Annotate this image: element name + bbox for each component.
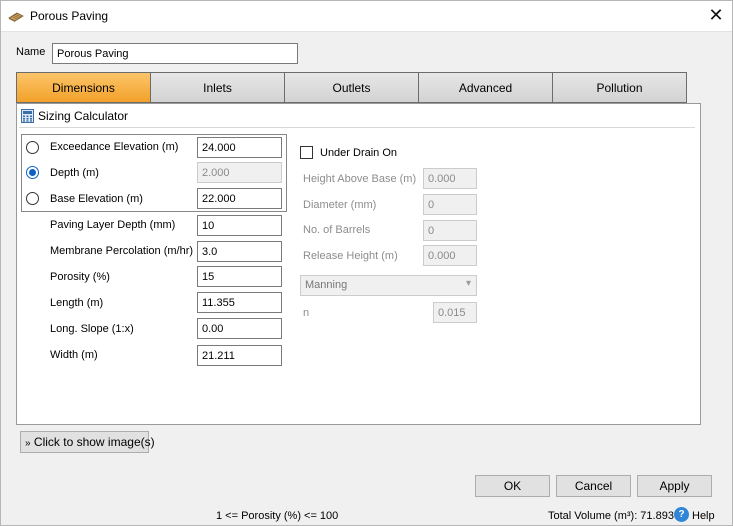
help-link[interactable]: Help — [692, 510, 715, 522]
ok-button[interactable]: OK — [475, 475, 550, 497]
flow-method-select: Manning ▾ — [300, 275, 477, 296]
exceedance-elevation-input[interactable] — [197, 137, 282, 158]
release-height-label: Release Height (m) — [303, 250, 398, 262]
release-height-input — [423, 245, 477, 266]
no-of-barrels-label: No. of Barrels — [303, 224, 371, 236]
base-elevation-radio[interactable] — [26, 192, 39, 205]
tab-dimensions[interactable]: Dimensions — [16, 72, 151, 103]
divider — [19, 127, 695, 128]
manning-n-input — [433, 302, 477, 323]
length-label: Length (m) — [50, 297, 104, 309]
diameter-input — [423, 194, 477, 215]
height-above-base-label: Height Above Base (m) — [303, 173, 417, 185]
depth-radio[interactable] — [26, 166, 39, 179]
membrane-percolation-label: Membrane Percolation (m/hr) — [50, 245, 194, 257]
total-volume: Total Volume (m³): 71.893 — [548, 510, 674, 522]
tab-inlets[interactable]: Inlets — [150, 72, 285, 103]
show-images-label: Click to show image(s) — [33, 435, 155, 449]
porosity-label: Porosity (%) — [50, 271, 110, 283]
manning-n-label: n — [303, 307, 310, 319]
validation-hint: 1 <= Porosity (%) <= 100 — [216, 510, 339, 522]
name-input[interactable] — [52, 43, 298, 64]
porous-paving-icon — [8, 12, 24, 22]
sizing-calculator-label[interactable]: Sizing Calculator — [38, 109, 128, 123]
name-label: Name — [16, 46, 46, 58]
tab-strip: Dimensions Inlets Outlets Advanced Pollu… — [16, 72, 687, 103]
no-of-barrels-input — [423, 220, 477, 241]
tab-advanced[interactable]: Advanced — [418, 72, 553, 103]
depth-input — [197, 162, 282, 183]
tab-outlets[interactable]: Outlets — [284, 72, 419, 103]
paving-layer-depth-input[interactable] — [197, 215, 282, 236]
tab-pollution[interactable]: Pollution — [552, 72, 687, 103]
width-input[interactable] — [197, 345, 282, 366]
paving-layer-depth-label: Paving Layer Depth (mm) — [50, 219, 176, 231]
flow-method-value: Manning — [305, 279, 348, 291]
base-elevation-input[interactable] — [197, 188, 282, 209]
close-button[interactable]: ✕ — [699, 0, 733, 31]
exceedance-elevation-label: Exceedance Elevation (m) — [50, 141, 179, 153]
double-chevron-down-icon: » — [25, 438, 31, 449]
close-icon: ✕ — [708, 5, 724, 25]
calculator-icon[interactable] — [21, 109, 34, 123]
diameter-label: Diameter (mm) — [303, 199, 377, 211]
exceedance-elevation-radio[interactable] — [26, 141, 39, 154]
long-slope-input[interactable] — [197, 318, 282, 339]
porosity-input[interactable] — [197, 266, 282, 287]
base-elevation-label: Base Elevation (m) — [50, 193, 143, 205]
help-icon[interactable]: ? — [674, 507, 689, 522]
title-bar: Porous Paving ✕ — [0, 0, 733, 32]
membrane-percolation-input[interactable] — [197, 241, 282, 262]
cancel-button[interactable]: Cancel — [556, 475, 631, 497]
length-input[interactable] — [197, 292, 282, 313]
window-title: Porous Paving — [30, 9, 109, 23]
chevron-down-icon: ▾ — [465, 278, 471, 289]
apply-button[interactable]: Apply — [637, 475, 712, 497]
depth-label: Depth (m) — [50, 167, 99, 179]
long-slope-label: Long. Slope (1:x) — [50, 323, 134, 335]
height-above-base-input — [423, 168, 477, 189]
show-images-button[interactable]: » Click to show image(s) — [20, 431, 155, 453]
width-label: Width (m) — [50, 349, 98, 361]
under-drain-checkbox[interactable] — [300, 146, 313, 159]
under-drain-label[interactable]: Under Drain On — [320, 147, 397, 159]
